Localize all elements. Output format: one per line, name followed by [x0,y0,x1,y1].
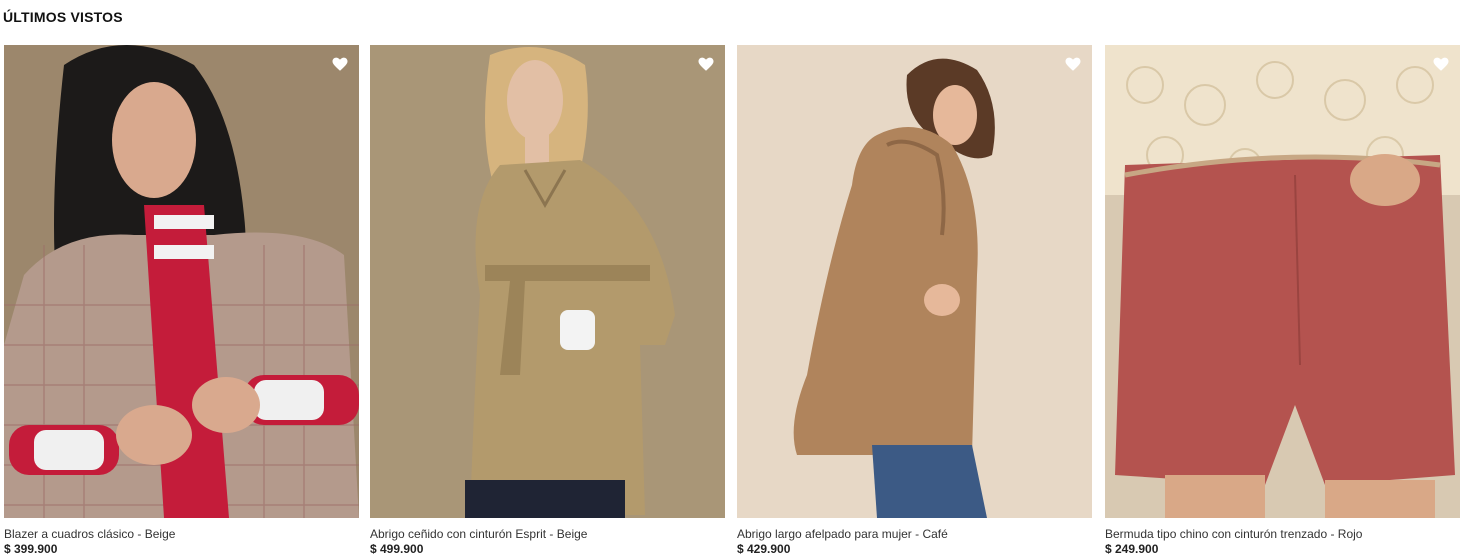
product-price: $ 399.900 [4,542,58,556]
product-card[interactable]: Abrigo ceñido con cinturón Esprit - Beig… [370,45,725,560]
product-image[interactable] [4,45,359,518]
product-card[interactable]: Bermuda tipo chino con cinturón trenzado… [1105,45,1460,560]
product-image[interactable] [370,45,725,518]
product-price: $ 429.900 [737,542,791,556]
product-price: $ 249.900 [1105,542,1159,556]
heart-icon[interactable] [1432,55,1450,73]
product-card[interactable]: Blazer a cuadros clásico - Beige $ 399.9… [4,45,359,560]
product-image[interactable] [1105,45,1460,518]
product-name[interactable]: Abrigo largo afelpado para mujer - Café [737,527,948,541]
heart-icon[interactable] [331,55,349,73]
product-name[interactable]: Blazer a cuadros clásico - Beige [4,527,175,541]
heart-icon[interactable] [697,55,715,73]
product-name[interactable]: Abrigo ceñido con cinturón Esprit - Beig… [370,527,587,541]
heart-icon[interactable] [1064,55,1082,73]
product-card[interactable]: Abrigo largo afelpado para mujer - Café … [737,45,1092,560]
product-image[interactable] [737,45,1092,518]
product-price: $ 499.900 [370,542,424,556]
section-title: ÚLTIMOS VISTOS [3,9,123,25]
product-name[interactable]: Bermuda tipo chino con cinturón trenzado… [1105,527,1362,541]
